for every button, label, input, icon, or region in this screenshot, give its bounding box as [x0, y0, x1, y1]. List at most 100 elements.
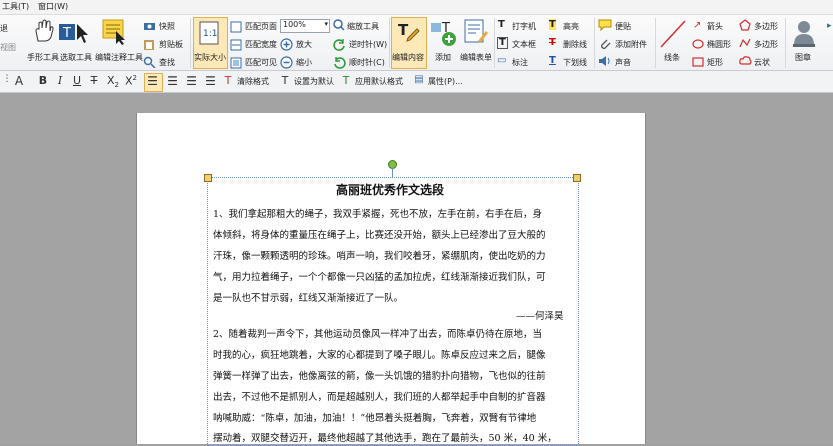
line-label[interactable]: 线条 [664, 52, 680, 63]
annotation-tool-label[interactable]: 编辑注释工具 [95, 52, 143, 63]
ellipse-icon[interactable] [692, 39, 704, 49]
menu-tools[interactable]: 工具(T) [2, 1, 29, 12]
edit-annotation-icon[interactable] [102, 19, 128, 45]
author-signature: ——何泽昊 [516, 311, 564, 322]
attachment-icon[interactable] [598, 37, 612, 51]
zoom-out-label[interactable]: 缩小 [296, 57, 312, 68]
polyline-label[interactable]: 多边形 [754, 39, 778, 50]
edit-content-icon[interactable]: T [396, 20, 420, 46]
underline-label[interactable]: 下划线 [563, 57, 587, 68]
underline-icon[interactable]: T [549, 55, 556, 66]
chevron-down-icon[interactable]: ▾ [324, 20, 328, 28]
snapshot-label[interactable]: 快照 [159, 21, 175, 32]
partial-view-label[interactable]: 视图 [0, 42, 16, 53]
zoom-tool-icon[interactable] [333, 19, 345, 31]
textbox-icon[interactable]: T [497, 37, 508, 49]
note-icon[interactable] [598, 19, 612, 31]
apply-default-label[interactable]: 应用默认格式 [355, 76, 403, 87]
camera-icon[interactable] [143, 20, 156, 31]
rotate-ccw-label[interactable]: 逆时针(W) [349, 39, 387, 50]
menu-window[interactable]: 窗口(W) [38, 1, 68, 12]
callout-label[interactable]: 标注 [512, 57, 528, 68]
polyline-icon[interactable] [739, 37, 751, 49]
line-icon[interactable] [659, 19, 687, 49]
clear-format-icon[interactable]: T [222, 74, 234, 89]
clipboard-label[interactable]: 剪贴板 [159, 39, 183, 50]
subscript-icon[interactable]: X2 [106, 74, 120, 89]
properties-icon[interactable]: ▤ [413, 74, 425, 89]
find-icon[interactable] [143, 56, 156, 68]
arrow-label[interactable]: 箭头 [707, 21, 723, 32]
note-label[interactable]: 便贴 [615, 21, 631, 32]
fit-width-icon[interactable] [230, 39, 242, 51]
partial-exit-label[interactable]: 退 [0, 23, 8, 34]
zoom-select[interactable]: 100% ▾ [280, 19, 330, 33]
typewriter-label[interactable]: 打字机 [512, 21, 536, 32]
clipboard-icon[interactable] [143, 38, 156, 50]
rect-label[interactable]: 矩形 [707, 57, 723, 68]
resize-handle[interactable] [573, 174, 581, 182]
italic-icon[interactable]: I [54, 74, 66, 89]
textbox-label[interactable]: 文本框 [512, 39, 536, 50]
fit-page-icon[interactable] [230, 21, 242, 33]
callout-icon[interactable]: ▭ [497, 55, 506, 66]
apply-default-icon[interactable]: T [340, 74, 352, 89]
cloud-label[interactable]: 云状 [754, 57, 770, 68]
ellipse-label[interactable]: 椭圆形 [707, 39, 731, 50]
set-default-label[interactable]: 设置为默认 [294, 76, 334, 87]
rectangle-icon[interactable] [692, 57, 704, 67]
zoom-in-icon[interactable] [280, 38, 293, 51]
bold-icon[interactable]: B [37, 74, 49, 89]
highlight-icon[interactable]: T [549, 19, 556, 30]
align-justify-icon[interactable]: ☰ [203, 74, 218, 89]
typewriter-icon[interactable]: T [498, 19, 505, 30]
properties-label[interactable]: 属性(P)... [428, 76, 463, 87]
arrow-icon[interactable]: ↗ [693, 20, 701, 31]
rotate-ccw-icon[interactable] [333, 38, 346, 51]
highlight-label[interactable]: 高亮 [563, 21, 579, 32]
hand-tool-label[interactable]: 手形工具 [27, 52, 59, 63]
attach-label[interactable]: 添加附件 [615, 39, 647, 50]
hand-icon[interactable] [32, 19, 54, 43]
fit-visible-label[interactable]: 匹配可见 [245, 57, 277, 68]
add-content-icon[interactable]: T [430, 19, 458, 47]
align-left-icon[interactable]: ☰ [145, 74, 160, 89]
set-default-icon[interactable]: T [279, 74, 291, 89]
sound-icon[interactable] [598, 55, 612, 67]
edit-form-label[interactable]: 编辑表单 [460, 52, 492, 63]
stamp-label[interactable]: 图章 [795, 52, 811, 63]
select-tool-label[interactable]: 选取工具 [60, 52, 92, 63]
underline-format-icon[interactable]: U [71, 74, 83, 89]
edit-form-icon[interactable] [464, 19, 488, 45]
separator [594, 18, 595, 68]
cloud-icon[interactable] [739, 55, 752, 67]
clear-format-label[interactable]: 清除格式 [237, 76, 269, 87]
fit-page-label[interactable]: 匹配页面 [245, 21, 277, 32]
polygon-icon[interactable] [739, 19, 751, 31]
strikeout-icon[interactable]: T [549, 37, 556, 48]
zoom-tool-label[interactable]: 缩放工具 [347, 21, 379, 32]
align-right-icon[interactable]: ☰ [184, 74, 199, 89]
edit-content-label[interactable]: 编辑内容 [392, 52, 424, 63]
stamp-icon[interactable] [791, 18, 817, 48]
overflow-icon[interactable]: ▸ [827, 21, 832, 31]
sound-label[interactable]: 声音 [615, 57, 631, 68]
select-text-icon[interactable]: T [59, 22, 91, 44]
zoom-in-label[interactable]: 放大 [296, 39, 312, 50]
zoom-out-icon[interactable] [280, 56, 293, 69]
text-color-icon[interactable]: A [14, 74, 24, 89]
actual-size-label[interactable]: 实际大小 [194, 52, 226, 63]
align-center-icon[interactable]: ☰ [165, 74, 180, 89]
find-label[interactable]: 查找 [159, 57, 175, 68]
strikeout-label[interactable]: 删除线 [563, 39, 587, 50]
polygon-label[interactable]: 多边形 [754, 21, 778, 32]
strikethrough-icon[interactable]: T [88, 74, 100, 89]
resize-handle[interactable] [204, 174, 212, 182]
actual-size-icon[interactable]: 1:1 [199, 21, 219, 45]
fit-width-label[interactable]: 匹配宽度 [245, 39, 277, 50]
rotate-cw-label[interactable]: 顺时针(C) [349, 57, 385, 68]
superscript-icon[interactable]: X2 [124, 74, 138, 89]
add-label[interactable]: 添加 [435, 52, 451, 63]
fit-visible-icon[interactable] [230, 57, 242, 69]
rotate-cw-icon[interactable] [333, 56, 346, 69]
